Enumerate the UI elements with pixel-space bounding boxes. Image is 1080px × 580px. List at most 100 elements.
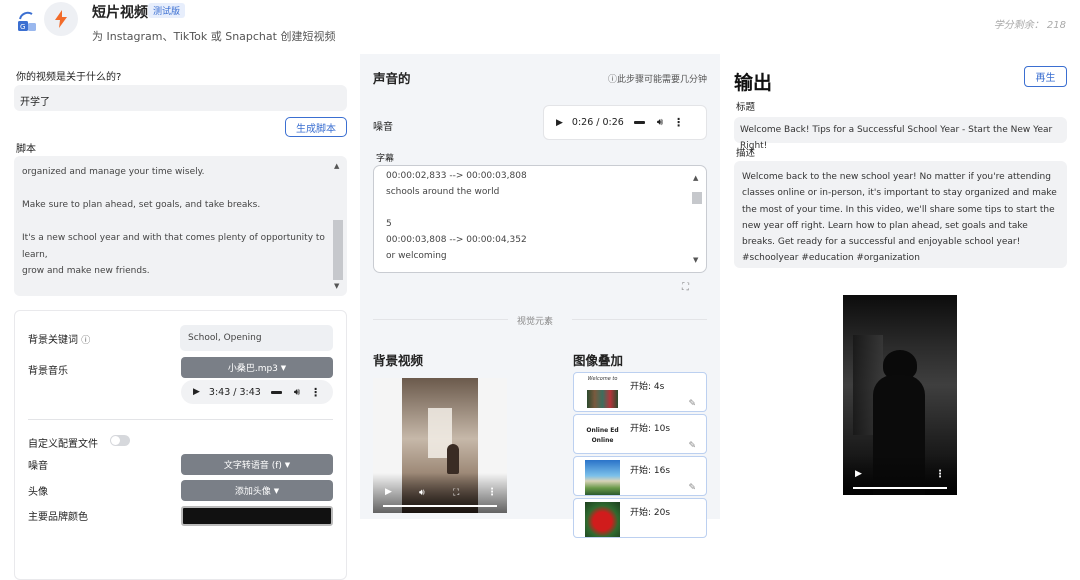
info-icon: ⓘ — [81, 336, 90, 346]
scroll-up-icon[interactable]: ▲ — [693, 174, 698, 182]
chevron-down-icon: ▼ — [281, 364, 286, 372]
bg-music-select[interactable]: 小桑巴.mp3 ▼ — [181, 357, 333, 378]
subtitle-line: 5 — [386, 216, 527, 232]
brand-color-picker[interactable] — [181, 506, 333, 526]
custom-profile-toggle[interactable] — [110, 435, 130, 446]
brand-color-label: 主要品牌颜色 — [28, 508, 88, 523]
app-header: G 短片视频 测试版 为 Instagram、TikTok 或 Snapchat… — [0, 0, 1080, 54]
volume-icon[interactable]: 🔊︎ — [294, 387, 300, 398]
bg-video-title: 背景视频 — [373, 350, 423, 369]
scroll-down-icon[interactable]: ▼ — [334, 282, 339, 290]
fullscreen-icon[interactable]: ⛶ — [682, 282, 689, 293]
noise-label: 噪音 — [373, 118, 393, 133]
play-icon[interactable]: ▶ — [556, 118, 563, 128]
overlay-item[interactable]: 开始: 16s ✎ — [573, 456, 707, 496]
topic-label: 你的视频是关于什么的? — [16, 68, 121, 83]
translate-icon: G — [16, 10, 40, 34]
divider — [373, 319, 508, 320]
script-text: organized and manage your time wisely. M… — [22, 164, 327, 296]
edit-icon[interactable]: ✎ — [688, 441, 696, 451]
volume-icon[interactable]: 🔊︎ — [657, 117, 663, 128]
overlay-thumbnail: Welcome to — [585, 376, 620, 411]
video-controls: ▶ 🔊︎ ⛶ ⋮ — [373, 473, 507, 513]
bg-music-player[interactable]: ▶ 3:43 / 3:43 🔊︎ ⋮ — [181, 380, 333, 404]
desc-label: 描述 — [736, 145, 755, 159]
beta-badge: 测试版 — [148, 3, 185, 18]
more-icon[interactable]: ⋮ — [487, 487, 497, 498]
seek-bar[interactable] — [271, 391, 282, 394]
bg-keywords-input[interactable]: School, Opening — [180, 325, 333, 351]
script-textarea[interactable]: organized and manage your time wisely. M… — [14, 156, 347, 296]
subtitle-line — [386, 200, 527, 216]
more-icon[interactable]: ⋮ — [935, 469, 945, 480]
divider — [28, 419, 333, 420]
output-title: 输出 — [734, 68, 772, 95]
overlay-start: 开始: 4s — [630, 379, 664, 392]
settings-card: 背景关键词 ⓘ School, Opening 背景音乐 小桑巴.mp3 ▼ ▶… — [14, 310, 347, 580]
regenerate-button[interactable]: 再生 — [1024, 66, 1067, 87]
subtitle-line: schools around the world — [386, 184, 527, 200]
script-scrollbar[interactable]: ▲ ▼ — [333, 160, 343, 292]
overlay-start: 开始: 10s — [630, 421, 670, 434]
generate-script-button[interactable]: 生成脚本 — [285, 117, 347, 137]
more-icon[interactable]: ⋮ — [310, 386, 321, 399]
edit-icon[interactable]: ✎ — [688, 483, 696, 493]
more-icon[interactable]: ⋮ — [673, 116, 684, 129]
video-seek-bar[interactable] — [383, 505, 497, 507]
svg-text:G: G — [20, 23, 25, 31]
play-icon[interactable]: ▶ — [855, 469, 862, 479]
chevron-down-icon: ▼ — [274, 487, 279, 495]
custom-profile-label: 自定义配置文件 — [28, 435, 98, 450]
divider — [572, 319, 707, 320]
subtitle-scrollbar[interactable]: ▲ ▼ — [692, 170, 702, 268]
overlay-thumbnail — [585, 502, 620, 537]
bolt-icon — [44, 2, 78, 36]
app-subtitle: 为 Instagram、TikTok 或 Snapchat 创建短视频 — [92, 28, 335, 44]
narration-player[interactable]: ▶ 0:26 / 0:26 🔊︎ ⋮ — [543, 105, 707, 140]
script-line — [22, 214, 327, 231]
scroll-thumb[interactable] — [692, 192, 702, 204]
bg-video-player[interactable]: ▶ 🔊︎ ⛶ ⋮ — [373, 378, 507, 513]
credits-remaining: 学分剩余： 218 — [994, 16, 1066, 31]
narration-time: 0:26 / 0:26 — [572, 117, 624, 128]
output-video-player[interactable]: ▶ ⋮ — [843, 295, 957, 495]
subtitle-line: 00:00:03,808 --> 00:00:04,352 — [386, 232, 527, 248]
sound-title: 声音的 — [373, 68, 411, 87]
scroll-thumb[interactable] — [333, 220, 343, 280]
scroll-up-icon[interactable]: ▲ — [334, 162, 339, 170]
title-label: 标题 — [736, 99, 755, 113]
topic-input[interactable]: 开学了 — [14, 85, 347, 111]
avatar-select[interactable]: 添加头像 ▼ — [181, 480, 333, 501]
noise-label: 噪音 — [28, 457, 48, 472]
volume-icon[interactable]: 🔊︎ — [419, 488, 425, 498]
title-output[interactable]: Welcome Back! Tips for a Successful Scho… — [734, 117, 1067, 143]
voice-select[interactable]: 文字转语音 (f) ▼ — [181, 454, 333, 475]
fullscreen-icon[interactable]: ⛶ — [453, 488, 459, 498]
avatar-label: 头像 — [28, 483, 48, 498]
script-line: Make sure to plan ahead, set goals, and … — [22, 197, 327, 214]
video-seek-bar[interactable] — [853, 487, 947, 489]
subtitle-label: 字幕 — [376, 151, 394, 164]
input-panel: 你的视频是关于什么的? 开学了 生成脚本 脚本 organized and ma… — [0, 54, 360, 519]
media-panel: 声音的 ⓘ此步骤可能需要几分钟 噪音 ▶ 0:26 / 0:26 🔊︎ ⋮ 字幕… — [360, 54, 720, 519]
play-icon[interactable]: ▶ — [193, 387, 200, 397]
subtitle-line: 00:00:02,833 --> 00:00:03,808 — [386, 168, 527, 184]
sound-note: ⓘ此步骤可能需要几分钟 — [608, 72, 707, 85]
app-title: 短片视频 — [92, 2, 148, 22]
overlay-item[interactable]: Online Ed Online 开始: 10s ✎ — [573, 414, 707, 454]
edit-icon[interactable]: ✎ — [688, 399, 696, 409]
overlay-start: 开始: 16s — [630, 463, 670, 476]
overlay-title: 图像叠加 — [573, 350, 623, 369]
play-icon[interactable]: ▶ — [385, 487, 392, 497]
script-line: grow and make new friends. — [22, 263, 327, 280]
visual-divider-label: 视觉元素 — [517, 314, 553, 327]
seek-bar[interactable] — [634, 121, 645, 124]
description-output[interactable]: Welcome back to the new school year! No … — [734, 161, 1067, 268]
subtitle-textarea[interactable]: 00:00:02,833 --> 00:00:03,808schools aro… — [373, 165, 707, 273]
scroll-down-icon[interactable]: ▼ — [693, 256, 698, 264]
overlay-item[interactable]: 开始: 20s — [573, 498, 707, 538]
script-line: It's a new school year and with that com… — [22, 230, 327, 263]
overlay-item[interactable]: Welcome to 开始: 4s ✎ — [573, 372, 707, 412]
subtitle-line: or welcoming — [386, 248, 527, 264]
chevron-down-icon: ▼ — [285, 461, 290, 469]
